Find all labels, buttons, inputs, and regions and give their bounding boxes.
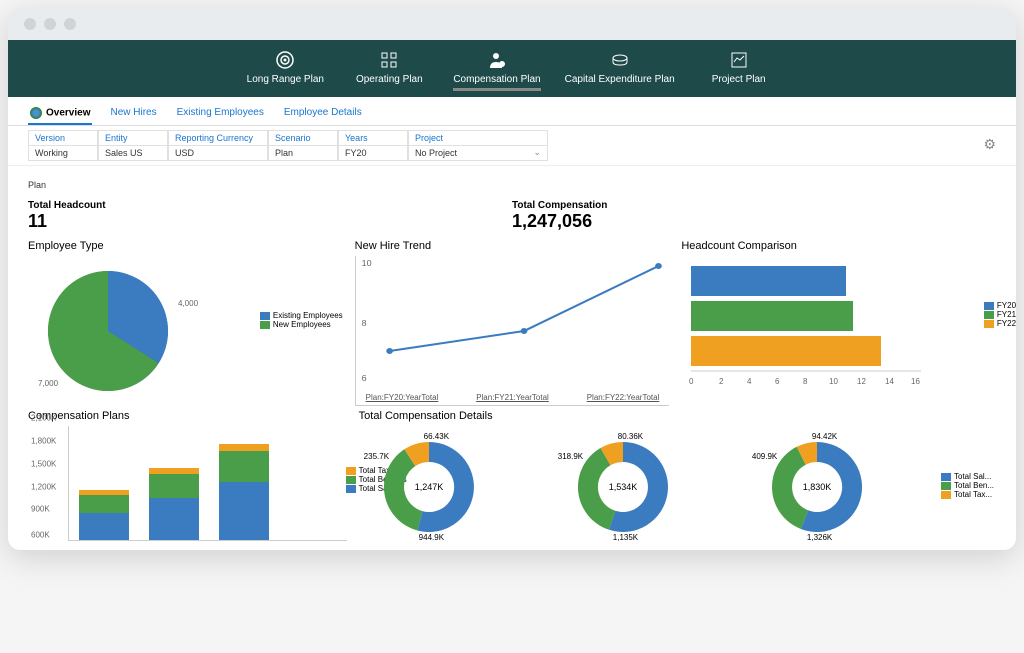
legend-new: New Employees — [260, 320, 343, 329]
svg-text:0: 0 — [689, 377, 694, 386]
svg-text:12: 12 — [857, 377, 866, 386]
coin-icon — [565, 50, 675, 70]
nav-label: Project Plan — [712, 74, 766, 85]
legend-fy21: FY21 — [984, 310, 1016, 319]
svg-text:2: 2 — [719, 377, 724, 386]
tab-existing-employees[interactable]: Existing Employees — [175, 103, 266, 125]
filter-years[interactable]: YearsFY20 — [338, 130, 408, 161]
window-dot — [44, 18, 56, 30]
svg-text:6: 6 — [775, 377, 780, 386]
svg-text:1,534K: 1,534K — [609, 482, 638, 492]
hbar-body: 0246810121416 FY20 FY21 FY22 — [681, 256, 996, 406]
xlabel: Plan:FY20:YearTotal — [366, 393, 439, 402]
svg-text:4: 4 — [747, 377, 752, 386]
filter-currency[interactable]: Reporting CurrencyUSD — [168, 130, 268, 161]
tab-employee-details[interactable]: Employee Details — [282, 103, 364, 125]
svg-text:4,000: 4,000 — [178, 299, 199, 308]
donut-fy21: 1,534K 318.9K 80.36K 1,135K — [553, 432, 737, 542]
tab-overview[interactable]: Overview — [28, 103, 92, 125]
legend-existing: Existing Employees — [260, 311, 343, 320]
nav-operating-plan[interactable]: Operating Plan — [349, 50, 429, 91]
svg-text:8: 8 — [803, 377, 808, 386]
svg-text:8: 8 — [361, 318, 366, 327]
chart-compensation-plans: Compensation Plans 600K 900K 1,200K 1,50… — [28, 410, 347, 542]
chart-icon — [699, 50, 779, 70]
filter-entity[interactable]: EntitySales US — [98, 130, 168, 161]
window-dot — [64, 18, 76, 30]
section-label: Plan — [28, 180, 996, 190]
filter-version[interactable]: VersionWorking — [28, 130, 98, 161]
titlebar — [8, 8, 1016, 40]
metrics-row: Total Headcount 11 Total Compensation 1,… — [28, 200, 996, 232]
main-nav: Long Range Plan Operating Plan Compensat… — [8, 50, 1016, 91]
tab-new-hires[interactable]: New Hires — [108, 103, 158, 125]
legend-taxes: Total Tax... — [941, 490, 996, 499]
window-dot — [24, 18, 36, 30]
svg-text:7,000: 7,000 — [38, 379, 59, 388]
app-window: Long Range Plan Operating Plan Compensat… — [8, 8, 1016, 550]
stacked-bar-body: 600K 900K 1,200K 1,500K 1,800K 2,100K To… — [68, 426, 347, 541]
charts-row-1: Employee Type 4,000 7,000 — [28, 240, 996, 406]
legend-fy22: FY22 — [984, 319, 1016, 328]
filter-bar: VersionWorking EntitySales US Reporting … — [8, 126, 1016, 166]
chart-new-hire-trend: New Hire Trend 10 8 6 Plan:FY20:YearTota… — [355, 240, 670, 406]
svg-text:1,247K: 1,247K — [414, 482, 443, 492]
filter-project[interactable]: ProjectNo Project — [408, 130, 548, 161]
dashboard-content: Plan Total Headcount 11 Total Compensati… — [8, 166, 1016, 550]
filter-scenario[interactable]: ScenarioPlan — [268, 130, 338, 161]
metric-headcount: Total Headcount 11 — [28, 200, 512, 232]
nav-long-range-plan[interactable]: Long Range Plan — [245, 50, 325, 91]
chart-headcount-comparison: Headcount Comparison 0246810121416 FY20 … — [681, 240, 996, 406]
donut-row: 1,247K 235.7K 66.43K 944.9K 1,534K 318.9… — [359, 432, 996, 542]
metric-compensation: Total Compensation 1,247,056 — [512, 200, 996, 232]
nav-label: Compensation Plan — [453, 74, 540, 85]
main-nav-header: Long Range Plan Operating Plan Compensat… — [8, 40, 1016, 97]
gear-icon[interactable]: ⚙ — [983, 136, 996, 153]
xlabel: Plan:FY21:YearTotal — [476, 393, 549, 402]
svg-text:14: 14 — [885, 377, 894, 386]
nav-label: Capital Expenditure Plan — [565, 74, 675, 85]
legend-salary: Total Sal... — [941, 472, 996, 481]
nav-label: Operating Plan — [356, 74, 423, 85]
donut-fy20: 1,247K 235.7K 66.43K 944.9K — [359, 432, 543, 542]
legend-benefits: Total Ben... — [941, 481, 996, 490]
nav-project-plan[interactable]: Project Plan — [699, 50, 779, 91]
target-icon — [245, 50, 325, 70]
svg-text:1,830K: 1,830K — [803, 482, 832, 492]
grid-icon — [349, 50, 429, 70]
charts-row-2: Compensation Plans 600K 900K 1,200K 1,50… — [28, 410, 996, 542]
nav-compensation-plan[interactable]: Compensation Plan — [453, 50, 540, 91]
globe-icon — [30, 107, 42, 119]
svg-text:10: 10 — [361, 258, 371, 267]
svg-text:10: 10 — [829, 377, 838, 386]
nav-label: Long Range Plan — [247, 74, 324, 85]
legend-fy20: FY20 — [984, 301, 1016, 310]
person-icon — [453, 50, 540, 70]
line-body: 10 8 6 Plan:FY20:YearTotal Plan:FY21:Yea… — [355, 256, 670, 406]
pie-body: 4,000 7,000 Existing Employees New Emplo… — [28, 256, 343, 406]
tab-bar: Overview New Hires Existing Employees Em… — [8, 97, 1016, 126]
svg-text:6: 6 — [361, 373, 366, 382]
chart-compensation-details: Total Compensation Details 1,247K 235.7K… — [359, 410, 996, 542]
nav-capital-expenditure[interactable]: Capital Expenditure Plan — [565, 50, 675, 91]
chart-employee-type: Employee Type 4,000 7,000 — [28, 240, 343, 406]
xlabel: Plan:FY22:YearTotal — [587, 393, 660, 402]
svg-text:16: 16 — [911, 377, 920, 386]
donut-fy22: 1,830K 409.9K 94.42K 1,326K — [747, 432, 931, 542]
